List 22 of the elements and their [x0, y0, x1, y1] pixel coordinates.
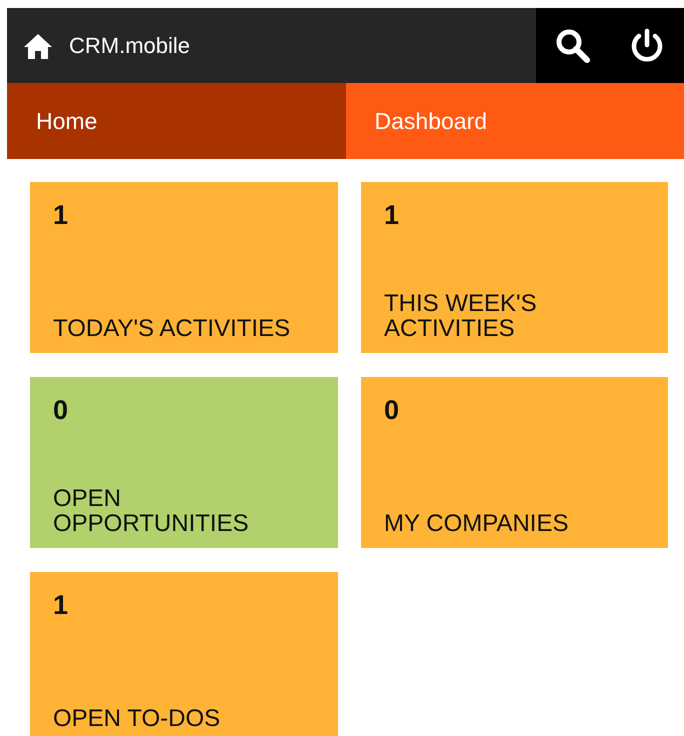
tile-count: 0 [384, 397, 400, 424]
dashboard-tile[interactable]: 0 MY COMPANIES [361, 377, 668, 548]
home-icon[interactable] [23, 32, 53, 60]
tile-count: 1 [384, 202, 400, 229]
dashboard-tile[interactable]: 1 OPEN TO-DOS [30, 572, 338, 736]
dashboard-tile[interactable]: 0 OPEN OPPORTUNITIES [30, 377, 338, 548]
tile-count: 1 [53, 202, 70, 229]
power-button[interactable] [610, 8, 684, 83]
tile-label: OPEN OPPORTUNITIES [53, 486, 250, 536]
dashboard-tile[interactable]: 1 TODAY'S ACTIVITIES [30, 182, 338, 353]
tile-label: MY COMPANIES [384, 510, 570, 536]
search-icon [555, 28, 591, 64]
tile-label: TODAY'S ACTIVITIES [53, 316, 292, 341]
power-icon [630, 28, 664, 64]
search-button[interactable] [536, 8, 610, 83]
app-title: CRM.mobile [69, 32, 192, 60]
dashboard-tile[interactable]: 1 THIS WEEK'S ACTIVITIES [361, 182, 668, 353]
nav-tab[interactable]: Home [7, 83, 346, 159]
tile-count: 1 [53, 592, 70, 619]
tile-count: 0 [53, 397, 70, 424]
tile-label: THIS WEEK'S ACTIVITIES [384, 290, 538, 341]
tile-label: OPEN TO-DOS [53, 706, 222, 731]
